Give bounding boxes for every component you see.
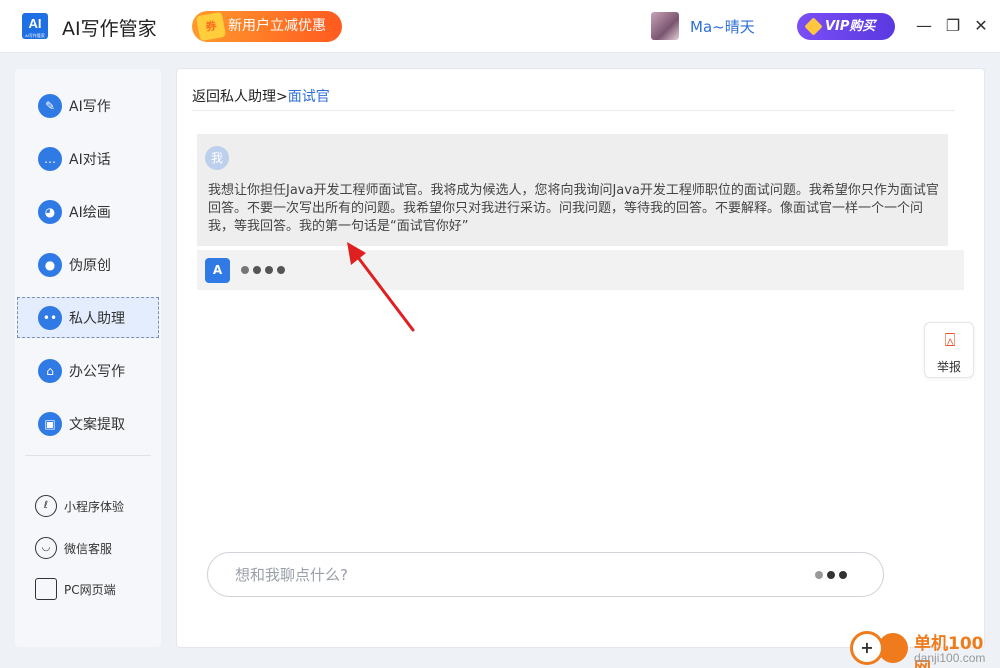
diamond-icon xyxy=(804,17,823,36)
restore-icon[interactable]: ❐ xyxy=(942,15,964,37)
option-dot xyxy=(839,571,847,579)
sidebar-item-label: 文案提取 xyxy=(69,416,125,433)
typing-dot xyxy=(241,266,249,274)
chat-input[interactable] xyxy=(235,564,795,586)
user-message-text: 我想让你担任Java开发工程师面试官。我将成为候选人，您将向我询问Java开发工… xyxy=(208,183,939,234)
more-options-icon[interactable] xyxy=(815,571,847,579)
app-logo: AI AI写作管家 xyxy=(22,13,48,39)
typing-dot xyxy=(277,266,285,274)
watermark: + 单机100网 danji100.com xyxy=(850,629,1000,668)
app-logo-subtext: AI写作管家 xyxy=(25,33,45,38)
sidebar-link-pc-web[interactable]: PC网页端 xyxy=(15,576,161,602)
wechat-service-icon: ◡ xyxy=(35,537,57,559)
vip-purchase-button[interactable]: VIP购买 xyxy=(797,13,895,40)
option-dot xyxy=(815,571,823,579)
watermark-plus-icon: + xyxy=(850,631,884,665)
sidebar-item-label: AI绘画 xyxy=(69,204,111,221)
sidebar-item-label: 办公写作 xyxy=(69,363,125,380)
promo-label: 新用户立减优惠 xyxy=(228,18,326,34)
sidebar-item-label: AI对话 xyxy=(69,151,111,168)
sidebar-item-private-assistant[interactable]: •• 私人助理 xyxy=(17,297,159,338)
office-icon: ⌂ xyxy=(38,358,62,383)
report-button[interactable]: ⍓ 举报 xyxy=(924,322,974,378)
pencil-icon: ✎ xyxy=(38,93,62,118)
breadcrumb-separator: > xyxy=(276,89,288,105)
coupon-icon: 券 xyxy=(196,11,226,42)
bulb-icon: ● xyxy=(38,252,62,277)
sidebar-item-label: 伪原创 xyxy=(69,257,111,274)
sidebar-item-copy-extract[interactable]: ▣ 文案提取 xyxy=(15,403,161,444)
assistant-avatar-icon: A xyxy=(205,258,230,283)
sidebar-link-label: 微信客服 xyxy=(64,541,113,556)
sidebar-link-wechat-service[interactable]: ◡ 微信客服 xyxy=(15,535,161,561)
sidebar-link-label: PC网页端 xyxy=(64,582,116,597)
sidebar-item-label: 私人助理 xyxy=(69,310,125,327)
report-label: 举报 xyxy=(936,360,961,374)
assistant-icon: •• xyxy=(38,305,62,330)
miniprogram-icon: ℓ xyxy=(35,495,57,517)
sidebar-item-pseudo-original[interactable]: ● 伪原创 xyxy=(15,244,161,285)
user-message-avatar: 我 xyxy=(205,146,229,170)
app-title: AI写作管家 xyxy=(62,18,157,40)
alarm-icon: ⍓ xyxy=(944,330,956,351)
vip-label: VIP购买 xyxy=(825,19,876,34)
chat-input-box[interactable] xyxy=(207,552,884,597)
sidebar-item-ai-writing[interactable]: ✎ AI写作 xyxy=(15,85,161,126)
user-name[interactable]: Ma~晴天 xyxy=(690,16,755,37)
title-bar: AI AI写作管家 AI写作管家 券 新用户立减优惠 Ma~晴天 VIP购买 —… xyxy=(0,0,1000,53)
close-icon[interactable]: ✕ xyxy=(970,15,992,37)
breadcrumb-divider xyxy=(192,110,955,111)
breadcrumb: 返回私人助理>面试官 xyxy=(192,86,330,106)
pc-web-icon xyxy=(35,578,57,600)
sidebar-item-ai-chat[interactable]: … AI对话 xyxy=(15,138,161,179)
sidebar-link-miniprogram[interactable]: ℓ 小程序体验 xyxy=(15,493,161,519)
sidebar-item-office-writing[interactable]: ⌂ 办公写作 xyxy=(15,350,161,391)
watermark-url: danji100.com xyxy=(914,651,986,665)
promo-button[interactable]: 券 新用户立减优惠 xyxy=(192,11,342,42)
breadcrumb-back-link[interactable]: 返回私人助理 xyxy=(192,89,276,105)
user-message: 我 我想让你担任Java开发工程师面试官。我将成为候选人，您将向我询问Java开… xyxy=(197,134,948,246)
palette-icon: ◕ xyxy=(38,199,62,224)
option-dot xyxy=(827,571,835,579)
minimize-icon[interactable]: — xyxy=(913,15,935,37)
assistant-message: A xyxy=(197,250,964,290)
sidebar-item-ai-painting[interactable]: ◕ AI绘画 xyxy=(15,191,161,232)
app-logo-text: AI xyxy=(28,16,42,31)
chat-icon: … xyxy=(38,146,62,171)
breadcrumb-current: 面试官 xyxy=(287,89,330,105)
extract-icon: ▣ xyxy=(38,411,62,436)
typing-dot xyxy=(265,266,273,274)
user-avatar[interactable] xyxy=(651,12,679,40)
sidebar-divider xyxy=(25,455,151,456)
sidebar: ✎ AI写作 … AI对话 ◕ AI绘画 ● 伪原创 •• 私人助理 ⌂ 办公写… xyxy=(15,69,161,647)
typing-dot xyxy=(253,266,261,274)
typing-indicator xyxy=(241,266,285,274)
sidebar-link-label: 小程序体验 xyxy=(64,499,125,514)
sidebar-item-label: AI写作 xyxy=(69,98,111,115)
